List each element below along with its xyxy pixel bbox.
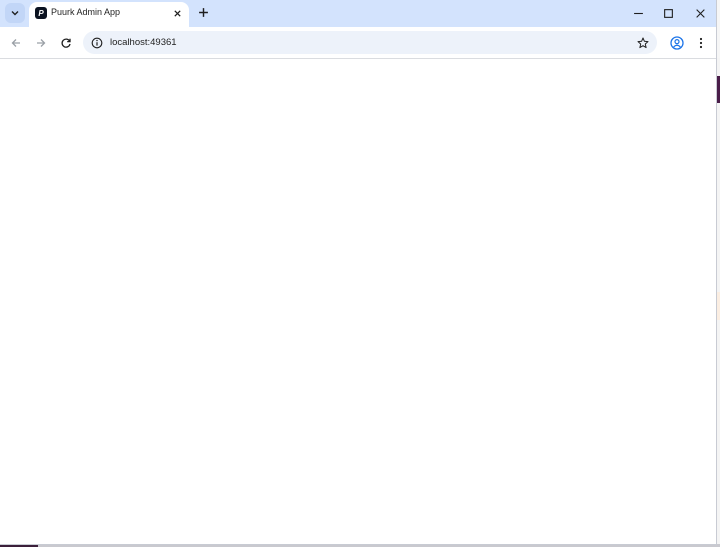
browser-menu-button[interactable] bbox=[694, 35, 708, 51]
address-bar[interactable]: localhost:49361 bbox=[83, 31, 657, 54]
close-icon bbox=[695, 8, 706, 19]
maximize-button[interactable] bbox=[661, 6, 675, 20]
minimize-icon bbox=[633, 8, 644, 19]
window-close-button[interactable] bbox=[693, 6, 707, 20]
tab-strip: P Puurk Admin App bbox=[0, 0, 716, 27]
screen: P Puurk Admin App localhost:49361 bbox=[0, 0, 720, 547]
browser-toolbar: localhost:49361 bbox=[0, 27, 716, 59]
profile-button[interactable] bbox=[669, 35, 685, 51]
minimize-button[interactable] bbox=[631, 6, 645, 20]
chevron-down-icon bbox=[10, 8, 20, 18]
arrow-right-icon bbox=[35, 37, 47, 49]
favicon-letter: P bbox=[38, 8, 44, 18]
close-icon bbox=[173, 9, 182, 18]
favicon-icon: P bbox=[35, 7, 47, 19]
maximize-icon bbox=[663, 8, 674, 19]
bookmark-button[interactable] bbox=[636, 36, 649, 49]
forward-button[interactable] bbox=[33, 35, 49, 51]
profile-icon bbox=[670, 36, 684, 50]
back-button[interactable] bbox=[8, 35, 24, 51]
star-icon bbox=[637, 37, 649, 49]
tab-search-button[interactable] bbox=[5, 3, 25, 23]
tab-title: Puurk Admin App bbox=[51, 7, 121, 17]
reload-button[interactable] bbox=[58, 35, 74, 51]
site-info-button[interactable] bbox=[90, 36, 103, 49]
browser-window: P Puurk Admin App localhost:49361 bbox=[0, 0, 716, 544]
page-viewport bbox=[0, 59, 716, 544]
tab-active[interactable]: P Puurk Admin App bbox=[29, 2, 189, 27]
reload-icon bbox=[60, 37, 72, 49]
info-icon bbox=[91, 37, 103, 49]
arrow-left-icon bbox=[10, 37, 22, 49]
more-vertical-icon bbox=[699, 37, 703, 49]
new-tab-button[interactable] bbox=[196, 5, 210, 19]
plus-icon bbox=[198, 7, 209, 18]
url-text[interactable]: localhost:49361 bbox=[110, 37, 177, 48]
tab-close-button[interactable] bbox=[170, 6, 184, 20]
